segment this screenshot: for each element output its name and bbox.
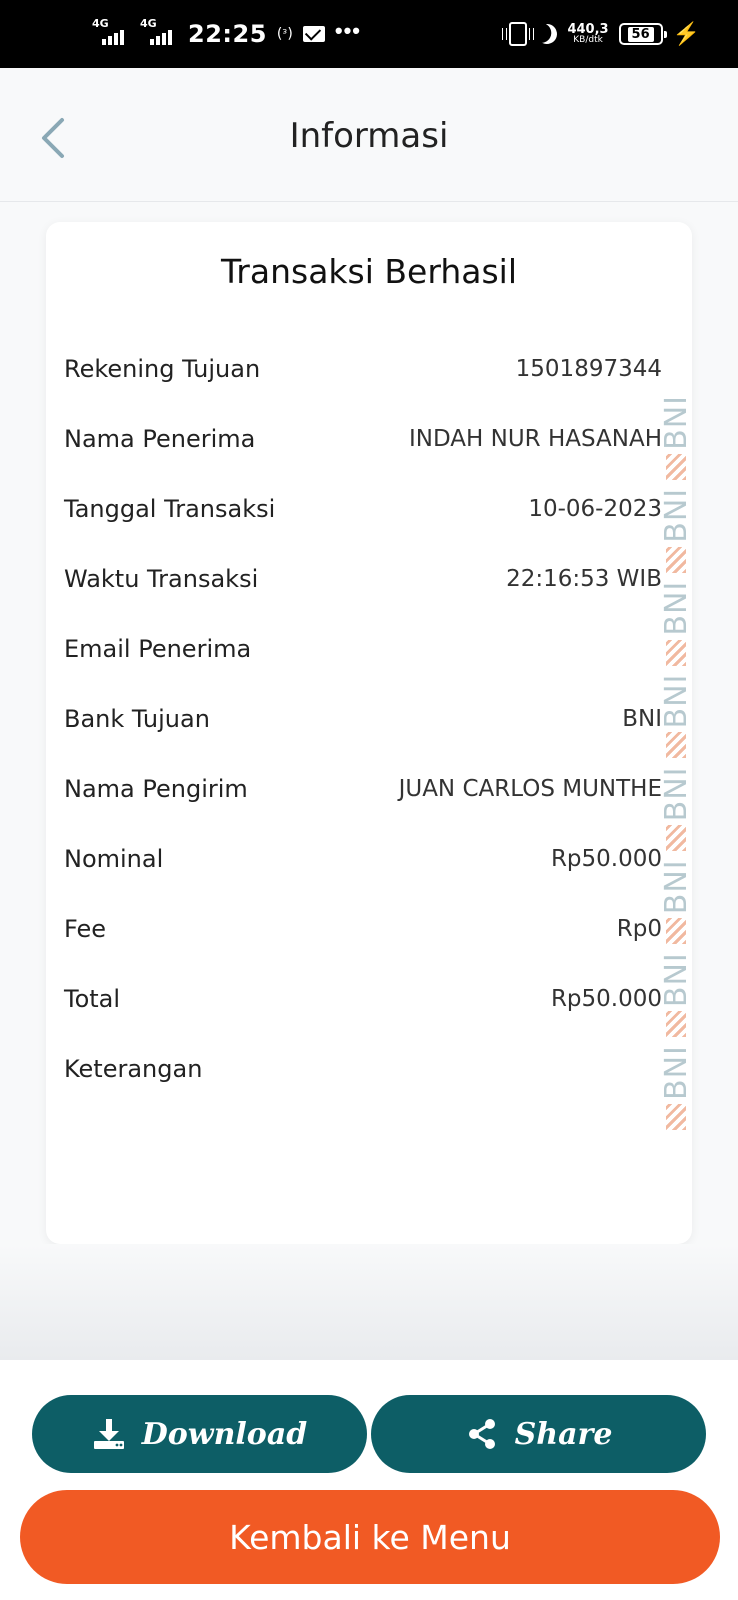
app-header: Informasi xyxy=(0,68,738,202)
detail-row-nama-penerima: Nama Penerima INDAH NUR HASANAH xyxy=(64,404,662,474)
receipt-title: Transaksi Berhasil xyxy=(221,252,517,291)
bni-watermark-unit: BNI xyxy=(660,1045,690,1130)
page-title: Informasi xyxy=(289,116,449,156)
detail-label: Nama Pengirim xyxy=(64,775,248,803)
detail-value: BNI xyxy=(622,706,662,732)
detail-list: Rekening Tujuan 1501897344 Nama Penerima… xyxy=(64,334,662,1104)
bni-logo-mark xyxy=(666,639,686,666)
bni-logo-mark xyxy=(666,732,686,759)
bni-watermark-unit: BNI xyxy=(660,488,690,573)
receipt-card: Transaksi Berhasil BNI BNI BNI BNI BNI BNI BNI… xyxy=(46,222,692,1244)
status-right: 440,3 KB/dtk 56 ⚡ xyxy=(502,14,700,54)
detail-label: Tanggal Transaksi xyxy=(64,495,276,523)
bni-watermark-text: BNI xyxy=(660,395,690,450)
detail-row-nominal: Nominal Rp50.000 xyxy=(64,824,662,894)
bni-watermark-text: BNI xyxy=(660,580,690,636)
charging-icon: ⚡ xyxy=(672,21,700,46)
share-button[interactable]: Share xyxy=(371,1395,706,1473)
detail-value: Rp0 xyxy=(616,916,662,942)
bni-watermark-text: BNI xyxy=(660,673,690,729)
network-type-label: 4G xyxy=(92,17,109,30)
bni-watermark-unit: BNI xyxy=(660,674,690,759)
bni-watermark-text: BNI xyxy=(660,766,690,822)
scroll-fade xyxy=(0,1244,738,1360)
status-left: 4G 4G 22:25 (ᵌ) ••• xyxy=(92,14,361,54)
signal-icon: 4G xyxy=(92,17,130,45)
bni-watermark-text: BNI xyxy=(660,1045,690,1100)
detail-value: JUAN CARLOS MUNTHE xyxy=(398,776,662,802)
bni-watermark-unit: BNI xyxy=(660,395,690,480)
detail-value: 1501897344 xyxy=(515,356,662,382)
detail-value: Rp50.000 xyxy=(550,846,662,872)
detail-label: Keterangan xyxy=(64,1055,203,1083)
battery-icon: 56 xyxy=(618,23,667,45)
detail-label: Total xyxy=(64,985,121,1013)
detail-row-keterangan: Keterangan xyxy=(64,1034,662,1104)
detail-row-total: Total Rp50.000 xyxy=(64,964,662,1034)
detail-row-fee: Fee Rp0 xyxy=(64,894,662,964)
bni-watermark-unit: BNI xyxy=(660,767,690,852)
detail-row-rekening-tujuan: Rekening Tujuan 1501897344 xyxy=(64,334,662,404)
status-bar: 4G 4G 22:25 (ᵌ) ••• 440,3 KB/dtk 56 ⚡ xyxy=(0,0,738,68)
bni-watermark-unit: BNI xyxy=(660,581,690,666)
mail-icon xyxy=(302,26,325,42)
clock: 22:25 xyxy=(188,20,267,48)
detail-row-email-penerima: Email Penerima xyxy=(64,614,662,684)
bni-watermark-text: BNI xyxy=(660,952,690,1008)
bni-watermark-unit: BNI xyxy=(660,859,690,945)
detail-label: Fee xyxy=(64,915,107,943)
download-button[interactable]: Download xyxy=(32,1395,367,1473)
back-to-menu-button[interactable]: Kembali ke Menu xyxy=(20,1490,720,1584)
more-notifications-icon: ••• xyxy=(334,18,361,43)
bni-logo-mark xyxy=(666,825,686,852)
download-label: Download xyxy=(141,1416,308,1452)
bni-watermark-unit: BNI xyxy=(660,952,690,1038)
detail-label: Rekening Tujuan xyxy=(64,355,261,383)
bni-logo-mark xyxy=(666,546,686,573)
hotspot-icon: (ᵌ) xyxy=(276,26,293,42)
detail-label: Waktu Transaksi xyxy=(64,565,259,593)
speed-unit: KB/dtk xyxy=(573,35,603,45)
share-icon xyxy=(468,1419,495,1449)
detail-label: Email Penerima xyxy=(64,635,252,663)
share-label: Share xyxy=(514,1416,613,1452)
detail-label: Nama Penerima xyxy=(64,425,256,453)
bni-logo-mark xyxy=(666,918,686,945)
detail-row-nama-pengirim: Nama Pengirim JUAN CARLOS MUNTHE xyxy=(64,754,662,824)
detail-value: INDAH NUR HASANAH xyxy=(409,426,662,452)
bni-logo-mark xyxy=(666,453,686,480)
signal-icon: 4G xyxy=(140,17,178,45)
bni-logo-mark xyxy=(666,1104,686,1130)
detail-label: Nominal xyxy=(64,845,164,873)
detail-row-tanggal-transaksi: Tanggal Transaksi 10-06-2023 xyxy=(64,474,662,544)
bni-watermark-text: BNI xyxy=(660,487,690,543)
do-not-disturb-icon xyxy=(535,21,561,47)
detail-value: Rp50.000 xyxy=(550,986,662,1012)
network-type-label: 4G xyxy=(140,17,157,30)
detail-value: 22:16:53 WIB xyxy=(506,566,662,592)
battery-level: 56 xyxy=(627,26,654,42)
vibrate-icon xyxy=(502,22,535,46)
detail-value: 10-06-2023 xyxy=(528,496,662,522)
network-speed: 440,3 KB/dtk xyxy=(567,23,608,45)
bni-watermark: BNI BNI BNI BNI BNI BNI BNI BNI xyxy=(660,236,690,1134)
action-buttons: Download Share xyxy=(32,1395,706,1473)
detail-label: Bank Tujuan xyxy=(64,705,210,733)
bni-watermark-text: BNI xyxy=(660,859,690,915)
detail-row-bank-tujuan: Bank Tujuan BNI xyxy=(64,684,662,754)
bni-logo-mark xyxy=(666,1011,686,1038)
detail-row-waktu-transaksi: Waktu Transaksi 22:16:53 WIB xyxy=(64,544,662,614)
download-icon xyxy=(93,1419,124,1449)
